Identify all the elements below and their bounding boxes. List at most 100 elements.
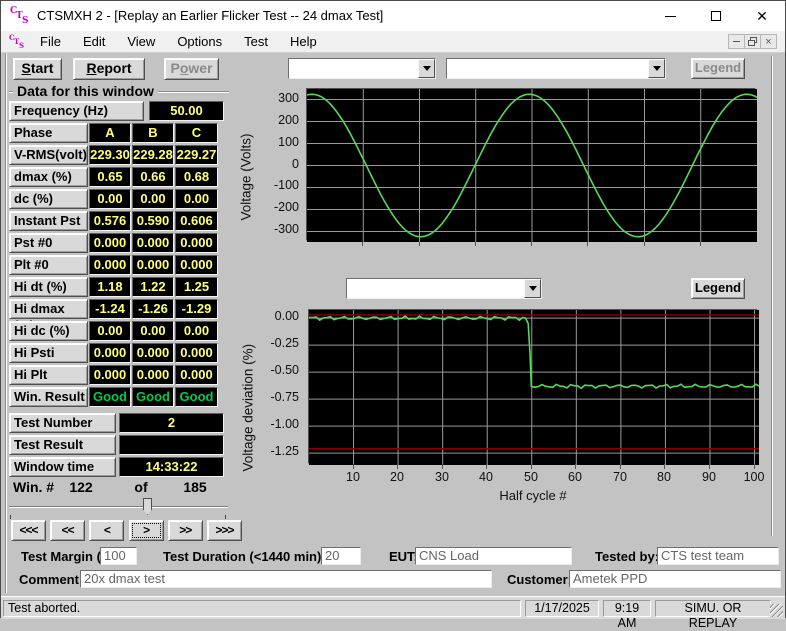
chevron-down-icon[interactable] — [418, 59, 435, 78]
x-tick-mark — [575, 464, 576, 469]
x-tick-mark — [486, 464, 487, 469]
nav-button-1[interactable]: << — [50, 520, 85, 541]
customer-input[interactable]: Ametek PPD — [569, 570, 781, 588]
comment-input[interactable]: 20x dmax test — [80, 570, 492, 588]
chevron-down-icon[interactable] — [524, 279, 541, 298]
row-label: Hi Psti — [9, 343, 88, 363]
chevron-down-icon[interactable] — [648, 59, 665, 78]
x-tick-mark — [419, 242, 420, 246]
resize-grip-icon[interactable] — [770, 604, 783, 617]
window-slider-track[interactable] — [9, 506, 228, 508]
row-value: 0.00 — [132, 321, 174, 341]
x-tick-label: 90 — [693, 470, 725, 484]
row-label: dc (%) — [9, 189, 88, 209]
row-label: Hi Plt — [9, 365, 88, 385]
x-tick-label: 70 — [604, 470, 636, 484]
status-mode: SIMU. OR REPLAY — [655, 600, 771, 617]
nav-button-5[interactable]: >>> — [207, 520, 242, 541]
x-tick-label: 80 — [648, 470, 680, 484]
row-value: 0.000 — [132, 255, 174, 275]
menu-file[interactable]: File — [29, 31, 72, 53]
row-value: 0.000 — [89, 233, 131, 253]
row-value: 0.000 — [132, 365, 174, 385]
row-value: 0.000 — [175, 233, 218, 253]
y-tick-label: -1.00 — [253, 417, 299, 431]
slider-tick-end — [225, 515, 226, 519]
row-label: Pst #0 — [9, 233, 88, 253]
y-tick-label: 0 — [253, 157, 299, 171]
nav-button-2[interactable]: < — [89, 520, 124, 541]
row-value: 0.590 — [132, 211, 174, 231]
maximize-icon[interactable] — [693, 1, 739, 31]
cts-document-icon: CTS — [9, 33, 25, 49]
menu-options[interactable]: Options — [166, 31, 233, 53]
row-value: 0.00 — [175, 321, 218, 341]
row-value: 1.18 — [89, 277, 131, 297]
row-value: C — [175, 123, 218, 143]
win-number-label: Win. # — [13, 479, 54, 495]
row-value: 0.68 — [175, 167, 218, 187]
row-value: Good — [89, 387, 131, 407]
minimize-icon[interactable] — [647, 1, 693, 31]
mdi-restore-icon[interactable] — [744, 34, 761, 49]
x-tick-mark — [700, 242, 701, 246]
app-window: CTS CTSMXH 2 - [Replay an Earlier Flicke… — [0, 0, 786, 618]
cts-app-icon: CTS — [9, 6, 29, 26]
y-tick-label: -100 — [253, 178, 299, 192]
win-total: 185 — [175, 479, 215, 495]
mdi-minimize-icon[interactable] — [728, 34, 745, 49]
row-value: A — [89, 123, 131, 143]
row-value: 1.22 — [132, 277, 174, 297]
row-value: Good — [132, 387, 174, 407]
row-value: 0.000 — [89, 343, 131, 363]
nav-button-0[interactable]: <<< — [11, 520, 46, 541]
phase-select[interactable]: Show data for Phase A — [288, 58, 436, 79]
row-value: 1.25 — [175, 277, 218, 297]
eut-input[interactable]: CNS Load — [415, 547, 572, 565]
row-value: 0.000 — [132, 343, 174, 363]
x-tick-mark — [531, 242, 532, 246]
x-tick-mark — [709, 464, 710, 469]
row-value: 0.606 — [175, 211, 218, 231]
frequency-value: 50.00 — [149, 101, 224, 121]
x-tick-label: 60 — [559, 470, 591, 484]
win-current: 122 — [61, 479, 101, 495]
customer-label: Customer: — [507, 572, 572, 587]
report-button[interactable]: Report — [73, 58, 145, 80]
menu-help[interactable]: Help — [279, 31, 328, 53]
info-value — [119, 435, 224, 455]
window-slider-thumb[interactable] — [143, 498, 152, 515]
y-tick-label: -300 — [253, 222, 299, 236]
menu-test[interactable]: Test — [233, 31, 279, 53]
deviation-select[interactable]: Voltage deviation of this window — [346, 278, 542, 299]
menu-edit[interactable]: Edit — [72, 31, 116, 53]
row-value: -1.24 — [89, 299, 131, 319]
row-value: 0.000 — [175, 343, 218, 363]
view-select[interactable]: Two-cycle waveforms — [446, 58, 666, 79]
x-tick-mark — [664, 464, 665, 469]
close-icon[interactable]: ✕ — [739, 1, 785, 31]
row-label: Phase — [9, 123, 88, 143]
nav-button-3[interactable]: > — [129, 520, 164, 541]
row-value: 229.27 — [175, 145, 218, 165]
mdi-close-icon[interactable]: × — [760, 34, 777, 49]
x-tick-label: 100 — [738, 470, 770, 484]
menu-view[interactable]: View — [116, 31, 166, 53]
row-value: 0.000 — [132, 233, 174, 253]
x-tick-mark — [475, 242, 476, 246]
legend-bottom-button[interactable]: Legend — [691, 278, 745, 299]
info-value: 2 — [119, 413, 224, 433]
tested-by-input[interactable]: CTS test team — [657, 547, 779, 565]
x-tick-mark — [531, 464, 532, 469]
status-message: Test aborted. — [3, 600, 521, 617]
row-label: Hi dmax (%) — [9, 299, 88, 319]
test-margin-input[interactable]: 100 — [100, 547, 137, 565]
y-tick-label: -200 — [253, 200, 299, 214]
row-value: -1.29 — [175, 299, 218, 319]
row-label: Hi dt (%) — [9, 277, 88, 297]
test-duration-input[interactable]: 20 — [321, 547, 361, 565]
row-value: 0.00 — [89, 321, 131, 341]
start-button[interactable]: Start — [13, 58, 62, 80]
title-bar: CTS CTSMXH 2 - [Replay an Earlier Flicke… — [1, 1, 785, 31]
nav-button-4[interactable]: >> — [168, 520, 203, 541]
